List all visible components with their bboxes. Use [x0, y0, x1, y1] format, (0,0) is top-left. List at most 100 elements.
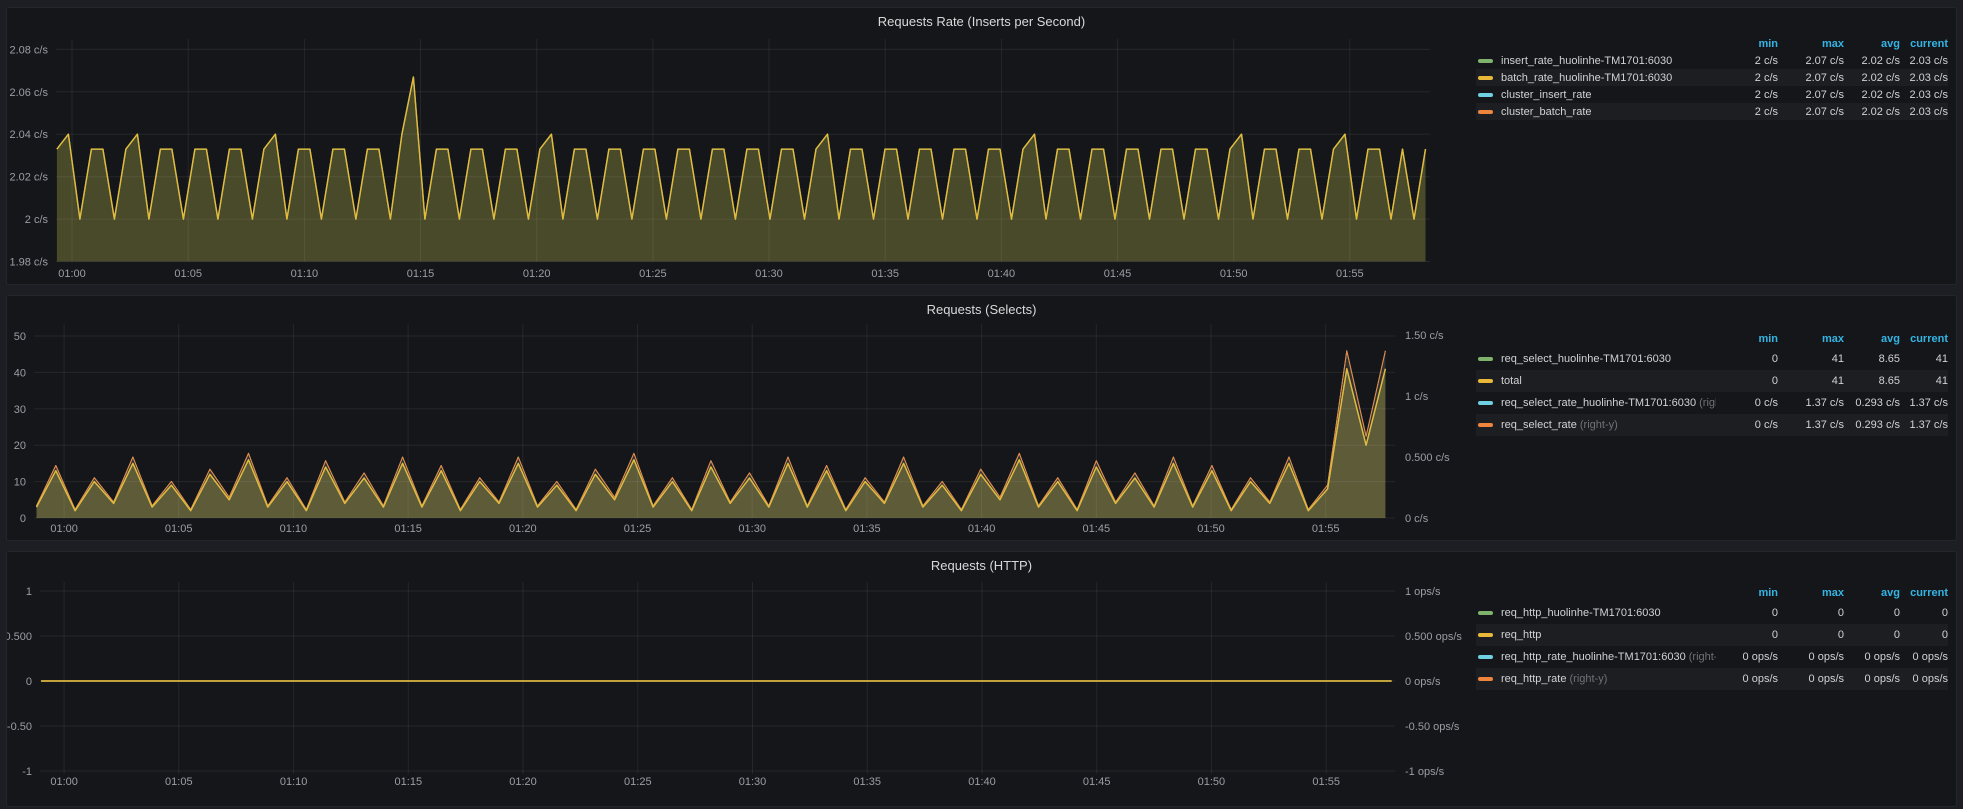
series-name-toggle[interactable]: req_select_rate (right-y): [1501, 419, 1716, 431]
x-axis-label: 01:30: [755, 268, 783, 280]
x-axis-label: 01:40: [988, 268, 1016, 280]
panel-title[interactable]: Requests Rate (Inserts per Second): [7, 14, 1956, 29]
y-axis-left-label: 1.98 c/s: [9, 257, 48, 269]
x-axis-label: 01:55: [1312, 776, 1340, 788]
y-axis-left-label: 40: [14, 367, 26, 379]
series-color-swatch[interactable]: [1478, 93, 1493, 97]
panel-title[interactable]: Requests (Selects): [7, 302, 1956, 317]
legend-stat-value: 0: [1900, 607, 1948, 619]
legend-table: minmaxavgcurrentreq_http_huolinhe-TM1701…: [1476, 584, 1948, 690]
series-axis-suffix: (right-y): [1570, 673, 1608, 685]
legend-stat-value: 2 c/s: [1716, 72, 1778, 84]
legend-stat-value: 2.03 c/s: [1900, 106, 1948, 118]
legend-sort-min[interactable]: min: [1716, 38, 1778, 50]
legend-series-row: cluster_batch_rate2 c/s2.07 c/s2.02 c/s2…: [1476, 103, 1948, 120]
legend-stat-value: 2.02 c/s: [1844, 106, 1900, 118]
series-name-toggle[interactable]: req_select_huolinhe-TM1701:6030: [1501, 353, 1716, 365]
y-axis-left-label: 2.08 c/s: [9, 44, 48, 56]
y-axis-right-label: 0.500 ops/s: [1405, 631, 1462, 643]
legend-stat-value: 0 ops/s: [1844, 651, 1900, 663]
series-color-swatch[interactable]: [1478, 677, 1493, 681]
series-color-swatch[interactable]: [1478, 633, 1493, 637]
grafana-dashboard: Requests Rate (Inserts per Second) 2.08 …: [6, 7, 1957, 807]
series-name-toggle[interactable]: req_http_rate (right-y): [1501, 673, 1716, 685]
legend-stat-value: 0 ops/s: [1778, 673, 1844, 685]
legend-sort-min[interactable]: min: [1716, 333, 1778, 345]
legend-series-row: batch_rate_huolinhe-TM1701:60302 c/s2.07…: [1476, 69, 1948, 86]
y-axis-left-label: -1: [22, 766, 32, 778]
legend-sort-max[interactable]: max: [1778, 333, 1844, 345]
series-color-swatch[interactable]: [1478, 423, 1493, 427]
x-axis-label: 01:35: [853, 523, 881, 535]
y-axis-right-label: -0.50 ops/s: [1405, 721, 1460, 733]
series-name-toggle[interactable]: insert_rate_huolinhe-TM1701:6030: [1501, 55, 1716, 67]
legend-header-row: minmaxavgcurrent: [1476, 584, 1948, 602]
legend-stat-value: 2.07 c/s: [1778, 106, 1844, 118]
legend-sort-current[interactable]: current: [1900, 587, 1948, 599]
legend-stat-value: 0.293 c/s: [1844, 419, 1900, 431]
legend-stat-value: 0: [1778, 607, 1844, 619]
legend-sort-current[interactable]: current: [1900, 38, 1948, 50]
y-axis-right-label: 1 ops/s: [1405, 586, 1441, 598]
x-axis-label: 01:40: [968, 776, 996, 788]
legend-stat-value: 0 ops/s: [1844, 673, 1900, 685]
legend-series-row: req_http_huolinhe-TM1701:60300000: [1476, 602, 1948, 624]
legend-stat-value: 0: [1716, 375, 1778, 387]
x-axis-label: 01:15: [407, 268, 435, 280]
y-axis-left-label: 1: [26, 586, 32, 598]
series-color-swatch[interactable]: [1478, 401, 1493, 405]
x-axis-label: 01:20: [509, 776, 537, 788]
series-name-toggle[interactable]: total: [1501, 375, 1716, 387]
legend-stat-value: 0 ops/s: [1900, 673, 1948, 685]
x-axis-label: 01:50: [1198, 776, 1226, 788]
series-name-toggle[interactable]: req_select_rate_huolinhe-TM1701:6030 (ri…: [1501, 397, 1716, 409]
x-axis-label: 01:55: [1336, 268, 1364, 280]
x-axis-label: 01:05: [165, 776, 193, 788]
legend-stat-value: 2.03 c/s: [1900, 55, 1948, 67]
panel-title[interactable]: Requests (HTTP): [7, 558, 1956, 573]
legend-sort-max[interactable]: max: [1778, 38, 1844, 50]
legend-stat-value: 0: [1716, 353, 1778, 365]
series-color-swatch[interactable]: [1478, 357, 1493, 361]
legend-stat-value: 0: [1716, 607, 1778, 619]
x-axis-label: 01:30: [738, 523, 766, 535]
legend-sort-avg[interactable]: avg: [1844, 587, 1900, 599]
legend-stat-value: 0 ops/s: [1900, 651, 1948, 663]
series-name-toggle[interactable]: req_http: [1501, 629, 1716, 641]
legend-series-row: req_select_huolinhe-TM1701:60300418.6541: [1476, 348, 1948, 370]
legend-stat-value: 1.37 c/s: [1778, 419, 1844, 431]
series-color-swatch[interactable]: [1478, 655, 1493, 659]
legend-sort-min[interactable]: min: [1716, 587, 1778, 599]
x-axis-label: 01:15: [395, 776, 423, 788]
legend-sort-current[interactable]: current: [1900, 333, 1948, 345]
series-name-toggle[interactable]: batch_rate_huolinhe-TM1701:6030: [1501, 72, 1716, 84]
legend-sort-max[interactable]: max: [1778, 587, 1844, 599]
series-color-swatch[interactable]: [1478, 110, 1493, 114]
series-name-toggle[interactable]: cluster_insert_rate: [1501, 89, 1716, 101]
legend-stat-value: 2.03 c/s: [1900, 72, 1948, 84]
legend-sort-avg[interactable]: avg: [1844, 38, 1900, 50]
legend-stat-value: 0 c/s: [1716, 419, 1778, 431]
series-color-swatch[interactable]: [1478, 59, 1493, 63]
legend-sort-avg[interactable]: avg: [1844, 333, 1900, 345]
series-color-swatch[interactable]: [1478, 76, 1493, 80]
series-name-toggle[interactable]: req_http_huolinhe-TM1701:6030: [1501, 607, 1716, 619]
x-axis-label: 01:30: [739, 776, 767, 788]
series-color-swatch[interactable]: [1478, 611, 1493, 615]
legend-stat-value: 0: [1844, 629, 1900, 641]
series-name-toggle[interactable]: cluster_batch_rate: [1501, 106, 1716, 118]
x-axis-label: 01:40: [968, 523, 996, 535]
series-color-swatch[interactable]: [1478, 379, 1493, 383]
legend-stat-value: 2 c/s: [1716, 55, 1778, 67]
legend-stat-value: 2.03 c/s: [1900, 89, 1948, 101]
legend-stat-value: 2 c/s: [1716, 89, 1778, 101]
series-axis-suffix: (right-y): [1699, 397, 1716, 409]
legend-series-row: req_select_rate_huolinhe-TM1701:6030 (ri…: [1476, 392, 1948, 414]
legend-header-row: minmaxavgcurrent: [1476, 36, 1948, 52]
x-axis-label: 01:25: [639, 268, 667, 280]
x-axis-label: 01:05: [165, 523, 193, 535]
legend-stat-value: 2.07 c/s: [1778, 55, 1844, 67]
series-name-toggle[interactable]: req_http_rate_huolinhe-TM1701:6030 (righ…: [1501, 651, 1716, 663]
legend-stat-value: 0 ops/s: [1716, 673, 1778, 685]
x-axis-label: 01:20: [523, 268, 551, 280]
